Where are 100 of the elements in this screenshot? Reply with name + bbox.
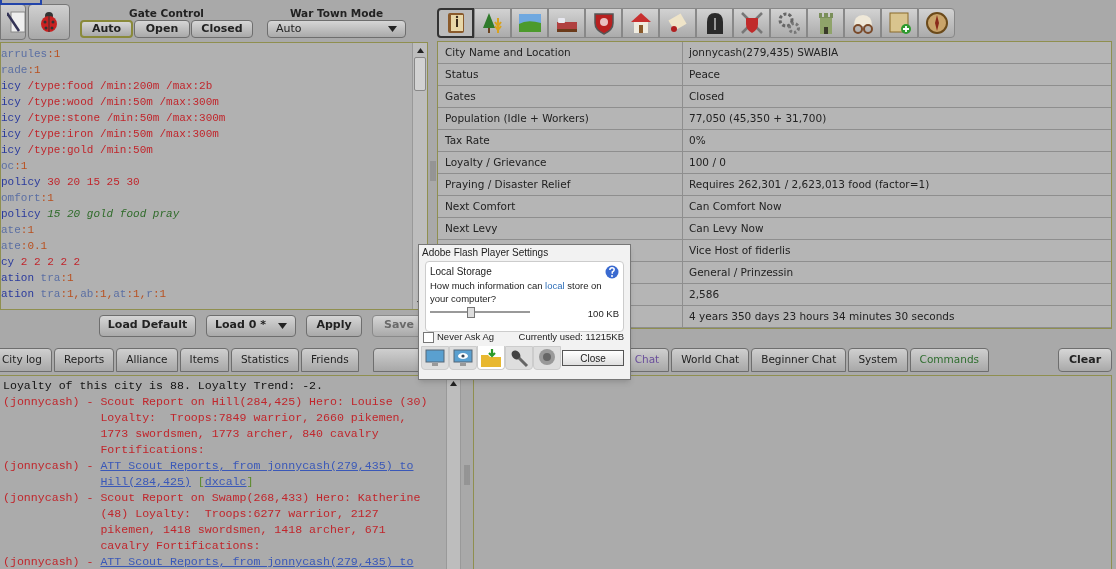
log-message: Scout Report on Hill(284,425) Hero: Louise (30) Loyalty: Troops:7849 warrior, 2660 pikemen, 1773 swordsmen, 1773 archer, 840 cavalry Fortifications: [100,394,428,458]
log-tab[interactable]: City log [0,348,52,372]
toolbar-button[interactable] [585,8,622,38]
gate-control-label: Gate Control [129,6,204,20]
monitor-eye-icon [452,348,474,369]
settings-tab[interactable] [449,346,477,371]
script-line: icy /type:wood /min:50m /max:300m [1,95,220,110]
chat-tab[interactable]: System [848,348,908,372]
info-value: 0% [689,132,706,148]
gate-option-button[interactable]: Auto [80,20,133,38]
load-slot-dropdown[interactable]: Load 0 * [206,314,296,337]
tool-button[interactable] [0,4,26,40]
caret-icon [278,322,287,329]
dialog-title: Adobe Flash Player Settings [421,246,550,260]
info-label: Status [445,66,479,82]
scroll-thumb[interactable] [414,57,426,91]
toolbar-button[interactable] [807,8,844,38]
script-line: policy 30 20 15 25 30 [1,175,141,190]
slider-thumb[interactable] [467,307,475,319]
log-sender: (jonnycash) - [3,394,95,410]
domain-link[interactable]: local [545,280,565,291]
script-line: arrules:1 [1,47,62,62]
script-line: oc:1 [1,159,29,174]
toolbar-button[interactable] [696,8,733,38]
log-sender: (jonnycash) - [3,554,95,569]
up-arrow-icon [450,380,457,386]
info-label: Loyalty / Grievance [445,154,547,170]
script-line: cy 2 2 2 2 2 [1,255,82,270]
log-tab[interactable]: Reports [54,348,115,372]
settings-tab[interactable] [477,346,505,371]
info-value: jonnycash(279,435) SWABIA [689,44,839,60]
info-value: 77,050 (45,350 + 31,700) [689,110,827,126]
toolbar-button[interactable] [659,8,696,38]
checkbox[interactable] [423,331,434,343]
info-label: Praying / Disaster Relief [445,176,571,192]
info-value: 2,586 [689,286,720,302]
checkbox-label: Never Ask Ag [437,330,495,344]
settings-tab[interactable] [505,346,533,371]
war-town-mode-label: War Town Mode [289,6,384,20]
up-arrow-icon [416,47,424,53]
info-value: 100 / 0 [689,154,726,170]
apply-button[interactable]: Apply [306,314,362,337]
storage-question: How much information can local store on your computer? [430,279,603,305]
help-icon[interactable] [605,264,619,279]
log-tab[interactable]: Friends [300,348,359,372]
folder-download-icon [480,347,502,368]
script-line: ation tra:1 [1,271,75,286]
info-value: 4 years 350 days 23 hours 34 minutes 30 seconds [689,308,955,324]
gate-option-button[interactable]: Closed [191,20,253,38]
script-line: rade:1 [1,63,42,78]
toolbar-button[interactable] [437,8,474,38]
script-line: omfort:1 [1,191,55,206]
close-button[interactable]: Close [562,350,624,367]
log-sender: (jonnycash) - [3,458,95,474]
section-heading: Local Storage [430,265,492,279]
log-message: Scout Report on Swamp(268,433) Hero: Katherine (48) Loyalty: Troops:6277 warrior, 2127 pikemen, 1418 swordsmen, 1418 archer, 671 cavalry Fortifications: [100,490,422,554]
document-plus-icon [886,10,913,36]
pen-document-icon [7,9,25,35]
info-label: Next Comfort [445,198,516,214]
caret-icon [388,26,397,32]
info-label: Population (Idle + Workers) [445,110,589,126]
log-message: Loyalty of this city is 88. Loyalty Trend: -2. [3,378,325,394]
clear-button[interactable]: Clear [1058,348,1112,372]
toolbar-button[interactable] [548,8,585,38]
war-town-mode-dropdown[interactable]: Auto [267,20,406,38]
info-value: Can Comfort Now [689,198,782,214]
usage-text: Currently used: 11215KB [518,330,624,344]
compass-icon [923,10,950,36]
settings-tab[interactable] [533,346,561,371]
toolbar-button[interactable] [844,8,881,38]
script-line: icy /type:gold /min:50m [1,143,154,158]
log-tab[interactable]: Statistics [230,348,299,372]
info-label: Tax Rate [445,132,490,148]
swords-shield-icon [738,10,765,36]
script-line: icy /type:food /min:200m /max:2b [1,79,214,94]
log-tab[interactable]: Items [179,348,229,372]
info-value: Closed [689,88,725,104]
log-tab[interactable]: Alliance [116,348,178,372]
script-line: ation tra:1,ab:1,at:1,r:1 [1,287,168,302]
script-line: icy /type:iron /min:50m /max:300m [1,127,220,142]
info-label: Gates [445,88,476,104]
storage-reading: 100 KB [587,307,619,321]
toolbar-button[interactable] [918,8,955,38]
script-line: policy 15 20 gold food pray [1,207,181,222]
script-line: ate:0.1 [1,239,49,254]
info-value: Can Levy Now [689,220,764,236]
toolbar-button[interactable] [622,8,659,38]
chat-tab[interactable]: World Chat [671,348,750,372]
script-line: icy /type:stone /min:50m /max:300m [1,111,227,126]
splitter-grip-icon[interactable] [429,160,436,181]
info-value: Requires 262,301 / 2,623,013 food (factor=1) [689,176,930,192]
info-value: General / Prinzessin [689,264,794,280]
log-sender: (jonnycash) - [3,490,95,506]
load-default-button[interactable]: Load Default [99,314,196,337]
tool-button[interactable] [28,4,70,40]
info-value: Vice Host of fiderlis [689,242,791,258]
chat-tab[interactable]: Beginner Chat [751,348,847,372]
gate-option-button[interactable]: Open [134,20,190,38]
monitor-icon [424,348,446,369]
info-value: Peace [689,66,721,82]
